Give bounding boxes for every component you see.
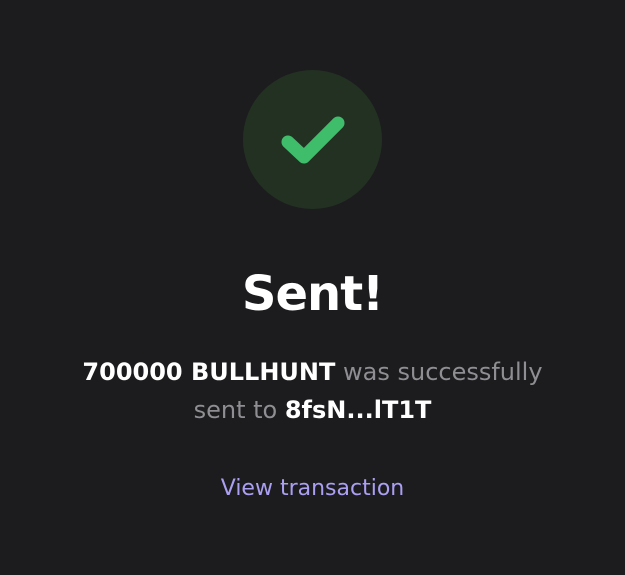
sent-amount: 700000 BULLHUNT (82, 358, 336, 386)
recipient-address: 8fsN...lT1T (284, 396, 432, 424)
success-message: 700000 BULLHUNT was successfully sent to… (60, 353, 565, 429)
checkmark-icon (281, 116, 345, 164)
send-success-screen: Sent! 700000 BULLHUNT was successfully s… (0, 0, 625, 575)
view-transaction-link[interactable]: View transaction (0, 472, 625, 506)
success-badge (243, 70, 382, 209)
page-title: Sent! (241, 266, 384, 322)
